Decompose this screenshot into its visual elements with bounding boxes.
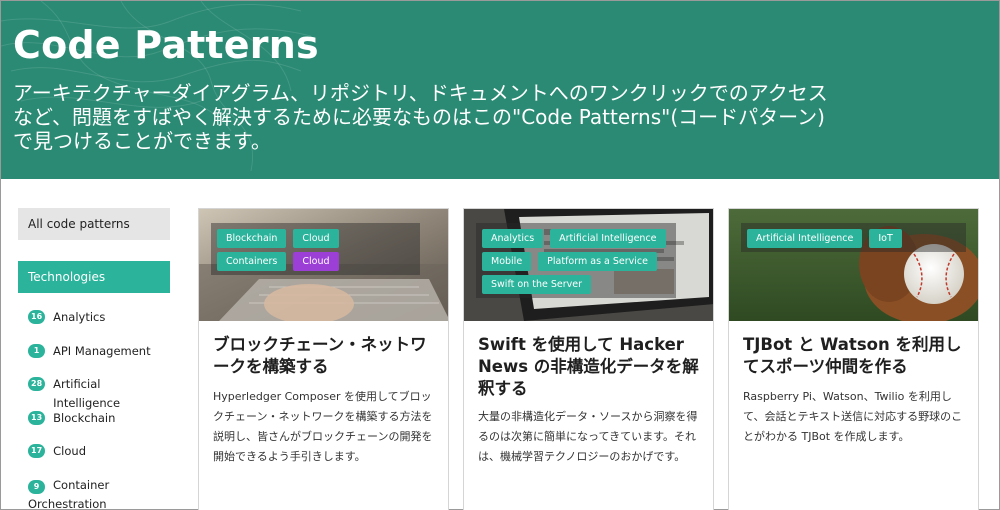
pattern-card-tjbot[interactable]: Artificial Intelligence IoT TJBot と Wats… (728, 208, 979, 510)
card-description: Raspberry Pi、Watson、Twilio を利用して、会話とテキスト… (743, 390, 963, 443)
pattern-card-swift[interactable]: Analytics Artificial Intelligence Mobile… (463, 208, 714, 510)
filter-sidebar: All code patterns Technologies 16 Analyt… (18, 208, 170, 510)
sidebar-item-artificial-intelligence[interactable]: 28 Artificial Intelligence (18, 368, 170, 410)
card-image: Blockchain Cloud Containers Cloud (199, 209, 448, 321)
page-title: Code Patterns (13, 23, 319, 67)
all-code-patterns-link[interactable]: All code patterns (18, 208, 170, 240)
tag-iot[interactable]: IoT (869, 229, 902, 248)
tag-cloud-highlight[interactable]: Cloud (293, 252, 339, 271)
hero-banner: Code Patterns アーキテクチャーダイアグラム、リポジトリ、ドキュメン… (1, 1, 999, 179)
technologies-header[interactable]: Technologies (18, 261, 170, 293)
tag-analytics[interactable]: Analytics (482, 229, 544, 248)
sidebar-item-label: Artificial Intelligence (53, 377, 121, 410)
tag-artificial-intelligence[interactable]: Artificial Intelligence (550, 229, 666, 248)
tag-panel: Blockchain Cloud Containers Cloud (211, 223, 420, 275)
tag-cloud[interactable]: Cloud (293, 229, 339, 248)
tag-panel: Artificial Intelligence IoT (741, 223, 966, 252)
sidebar-item-label: Blockchain (53, 410, 116, 425)
technology-list: 16 Analytics 1 API Management 28 Artific… (18, 301, 170, 510)
count-badge: 13 (28, 410, 46, 425)
tag-panel: Analytics Artificial Intelligence Mobile… (476, 223, 676, 298)
tag-blockchain[interactable]: Blockchain (217, 229, 287, 248)
sidebar-item-cloud[interactable]: 17 Cloud (18, 435, 170, 469)
count-badge: 16 (28, 310, 46, 324)
card-image: Artificial Intelligence IoT (729, 209, 978, 321)
count-badge: 9 (28, 479, 45, 494)
sidebar-item-container-orchestration[interactable]: 9 Container Orchestration (18, 469, 170, 510)
sidebar-item-analytics[interactable]: 16 Analytics (18, 301, 170, 335)
tag-mobile[interactable]: Mobile (482, 252, 532, 271)
card-description: 大量の非構造化データ・ソースから洞察を得るのは次第に簡単になってきています。それ… (478, 410, 698, 463)
count-badge: 28 (28, 377, 46, 391)
tag-containers[interactable]: Containers (217, 252, 287, 271)
card-image: Analytics Artificial Intelligence Mobile… (464, 209, 713, 321)
sidebar-item-label: Cloud (53, 444, 86, 458)
tag-swift-on-the-server[interactable]: Swift on the Server (482, 275, 591, 294)
page-description: アーキテクチャーダイアグラム、リポジトリ、ドキュメントへのワンクリックでのアクセ… (13, 81, 828, 153)
card-description: Hyperledger Composer を使用してブロックチェーン・ネットワー… (213, 390, 433, 463)
card-title[interactable]: Swift を使用して Hacker News の非構造化データを解釈する (478, 334, 703, 400)
tag-platform-as-a-service[interactable]: Platform as a Service (538, 252, 657, 271)
sidebar-item-api-management[interactable]: 1 API Management (18, 335, 170, 369)
sidebar-item-label: Analytics (53, 310, 106, 324)
sidebar-item-label: API Management (53, 343, 151, 358)
card-title[interactable]: TJBot と Watson を利用してスポーツ仲間を作る (743, 334, 968, 378)
pattern-card-blockchain[interactable]: Blockchain Cloud Containers Cloud ブロックチェ… (198, 208, 449, 510)
count-badge: 17 (28, 444, 46, 458)
tag-artificial-intelligence[interactable]: Artificial Intelligence (747, 229, 863, 248)
count-badge: 1 (28, 343, 45, 358)
card-title[interactable]: ブロックチェーン・ネットワークを構築する (213, 334, 438, 378)
